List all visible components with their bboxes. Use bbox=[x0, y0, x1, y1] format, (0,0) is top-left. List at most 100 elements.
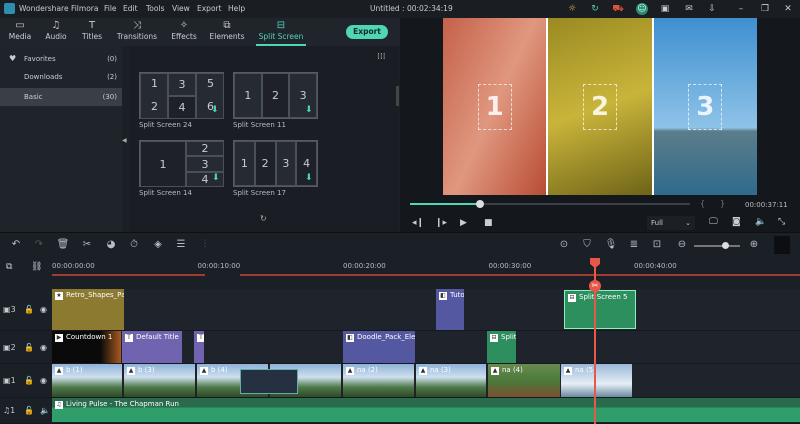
timeline-clip[interactable]: ▲ na (2) bbox=[343, 364, 415, 397]
display-settings-icon[interactable]: 🖵 bbox=[709, 217, 718, 227]
tab-titles[interactable]: T Titles bbox=[70, 20, 114, 41]
effects-icon: ✧ bbox=[179, 20, 189, 31]
timeline-clip[interactable]: ⊟ Split Screen 5 bbox=[564, 290, 636, 329]
fullscreen-icon[interactable]: ⤡ bbox=[778, 217, 785, 227]
sync-icon[interactable]: ↻ bbox=[589, 3, 601, 15]
preset-split-screen-11[interactable]: 1 2 3 ⬇ bbox=[233, 72, 318, 119]
download-icon[interactable]: ⇩ bbox=[706, 3, 718, 15]
title-icon: T bbox=[197, 334, 204, 342]
collapse-sidebar-icon[interactable]: ◀ bbox=[122, 137, 127, 144]
keyframe-icon[interactable]: ◈ bbox=[151, 239, 165, 250]
bulb-icon[interactable]: ☼ bbox=[566, 3, 578, 15]
tab-effects[interactable]: ✧ Effects bbox=[162, 20, 206, 41]
sidebar-item-basic[interactable]: Basic (30) bbox=[0, 88, 122, 106]
volume-icon[interactable]: 🔈 bbox=[755, 217, 766, 227]
sidebar-item-downloads[interactable]: Downloads (2) bbox=[0, 68, 122, 86]
tab-elements[interactable]: ⧉ Elements bbox=[205, 20, 249, 41]
cut-icon[interactable]: ✂ bbox=[80, 239, 94, 250]
zoom-out-icon[interactable]: ⊖ bbox=[675, 239, 689, 250]
adjust-icon[interactable]: ☰ bbox=[174, 239, 188, 250]
timeline-clip[interactable]: ◧ Tuto bbox=[436, 289, 464, 330]
download-icon[interactable]: ⬇ bbox=[212, 173, 220, 183]
restore-icon[interactable]: ❐ bbox=[759, 3, 771, 15]
lock-icon[interactable]: 🔓 bbox=[24, 406, 34, 415]
menu-file[interactable]: File bbox=[104, 4, 117, 13]
timeline-clip[interactable]: ▲ na (5) bbox=[561, 364, 632, 397]
eye-icon[interactable]: ◉ bbox=[40, 343, 47, 352]
audio-clip[interactable]: ♫ Living Pulse - The Chapman Run bbox=[52, 398, 800, 422]
audio-split-icon[interactable]: ⫶ bbox=[198, 239, 212, 250]
clip-label: Split Screen 5 bbox=[579, 293, 628, 301]
cell-number: 1 bbox=[140, 141, 186, 187]
delete-icon[interactable]: 🗑 bbox=[56, 239, 70, 250]
timeline-clip[interactable]: ▲ na (3) bbox=[416, 364, 487, 397]
preset-split-screen-24[interactable]: 12 3 4 56 ⬇ bbox=[139, 72, 224, 119]
timeline-clip[interactable]: ◧ Doodle_Pack_Elen bbox=[343, 331, 415, 363]
marker-icon[interactable]: ⛉ bbox=[580, 239, 594, 250]
speed-icon[interactable]: ⏱ bbox=[127, 239, 141, 250]
layout-toggle[interactable] bbox=[774, 236, 790, 254]
zoom-slider[interactable] bbox=[694, 242, 740, 249]
lock-icon[interactable]: 🔓 bbox=[24, 305, 34, 314]
download-icon[interactable]: ⬇ bbox=[305, 173, 313, 183]
previous-frame-icon[interactable]: ◂❙ bbox=[412, 218, 424, 228]
menu-view[interactable]: View bbox=[172, 4, 190, 13]
timeline-clip[interactable]: ⊟ Split bbox=[487, 331, 516, 363]
render-icon[interactable]: ⊙ bbox=[557, 239, 571, 250]
menu-edit[interactable]: Edit bbox=[123, 4, 138, 13]
play-icon[interactable]: ▶ bbox=[460, 218, 467, 228]
scissors-icon[interactable]: ✂ bbox=[589, 280, 601, 292]
undo-icon[interactable]: ↶ bbox=[9, 239, 23, 250]
menu-help[interactable]: Help bbox=[228, 4, 245, 13]
timeline-clip[interactable]: ▲ na (4) bbox=[488, 364, 560, 397]
grid-view-icon[interactable]: ⁞⁞⁞ bbox=[377, 52, 386, 62]
tab-split-screen[interactable]: ⊟ Split Screen bbox=[256, 20, 306, 46]
zoom-in-icon[interactable]: ⊕ bbox=[747, 239, 761, 250]
timeline-clip[interactable]: ★ Retro_Shapes_Par bbox=[52, 289, 124, 330]
mark-in-button[interactable]: { bbox=[700, 199, 705, 208]
sidebar-item-count: (30) bbox=[102, 93, 117, 101]
menu-tools[interactable]: Tools bbox=[146, 4, 164, 13]
tab-transitions[interactable]: ⤨ Transitions bbox=[114, 20, 160, 41]
eye-icon[interactable]: ◉ bbox=[40, 305, 47, 314]
timeline-clip[interactable]: ▶ Countdown 1 bbox=[52, 331, 121, 363]
lock-icon[interactable]: 🔓 bbox=[24, 376, 34, 385]
playback-progress[interactable] bbox=[410, 200, 690, 208]
preset-split-screen-17[interactable]: 1 2 3 4 ⬇ bbox=[233, 140, 318, 187]
sidebar-item-label: Basic bbox=[24, 93, 43, 101]
add-track-icon[interactable]: ⧉ bbox=[6, 262, 12, 272]
stop-icon[interactable]: ■ bbox=[484, 218, 493, 228]
close-icon[interactable]: ✕ bbox=[782, 3, 794, 15]
mixer-icon[interactable]: ≣ bbox=[627, 239, 641, 250]
scrollbar[interactable] bbox=[396, 86, 399, 106]
timeline-clip[interactable]: ▲ b (3) bbox=[124, 364, 196, 397]
menu-export[interactable]: Export bbox=[197, 4, 222, 13]
lock-icon[interactable]: 🔓 bbox=[24, 343, 34, 352]
sidebar-item-favorites[interactable]: ♥ Favorites (0) bbox=[0, 50, 122, 68]
timeline-clip[interactable]: ▲ b (1) bbox=[52, 364, 123, 397]
mail-icon[interactable]: ✉ bbox=[683, 3, 695, 15]
next-frame-icon[interactable]: ❙▸ bbox=[435, 218, 447, 228]
mark-out-button[interactable]: } bbox=[720, 199, 725, 208]
subtitle-icon[interactable]: ⊡ bbox=[650, 239, 664, 250]
snapshot-icon[interactable]: ◙ bbox=[732, 217, 741, 227]
microphone-icon[interactable]: 🎙 bbox=[604, 239, 618, 250]
cart-icon[interactable]: ⛟ bbox=[612, 3, 624, 15]
transition-clip[interactable] bbox=[240, 369, 298, 394]
speaker-icon[interactable]: 🔈 bbox=[40, 406, 50, 415]
preset-split-screen-14[interactable]: 1 2 3 4 ⬇ bbox=[139, 140, 224, 187]
color-icon[interactable]: ◕ bbox=[104, 239, 118, 250]
sidebar-item-label: Favorites bbox=[24, 55, 56, 63]
redo-icon[interactable]: ↷ bbox=[32, 239, 46, 250]
download-icon[interactable]: ⬇ bbox=[305, 105, 313, 115]
quality-select[interactable]: Full ⌄ bbox=[647, 216, 695, 230]
download-icon[interactable]: ⬇ bbox=[211, 105, 219, 115]
eye-icon[interactable]: ◉ bbox=[40, 376, 47, 385]
link-icon[interactable]: ⛓ bbox=[31, 262, 42, 272]
export-button[interactable]: Export bbox=[346, 25, 388, 39]
account-icon[interactable]: ☺ bbox=[636, 3, 648, 15]
timeline-clip[interactable]: T bbox=[194, 331, 204, 363]
minimize-icon[interactable]: – bbox=[735, 3, 747, 15]
timeline-clip[interactable]: T Default Title bbox=[122, 331, 182, 363]
save-icon[interactable]: ▣ bbox=[659, 3, 671, 15]
